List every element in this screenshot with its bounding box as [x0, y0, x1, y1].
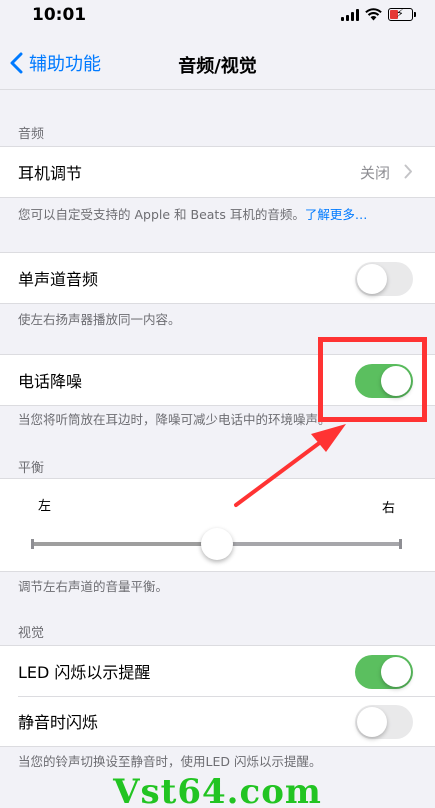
led-flash-toggle[interactable]	[355, 655, 413, 689]
visual-footnote: 当您的铃声切换设至静音时，使用LED 闪烁以示提醒。	[18, 754, 322, 769]
page-title: 音频/视觉	[178, 56, 257, 77]
headphone-accommodations-label: 耳机调节	[18, 164, 83, 183]
battery-icon: ⚡	[388, 7, 416, 21]
section-header-audio: 音频	[18, 127, 45, 142]
mono-audio-toggle[interactable]	[355, 262, 413, 296]
watermark: Vst64.com	[113, 772, 322, 808]
led-flash-label: LED 闪烁以示提醒	[18, 663, 151, 682]
balance-left-label: 左	[38, 499, 52, 514]
headphone-accommodations-row[interactable]: 耳机调节 关闭	[0, 147, 435, 197]
status-time: 10:01	[32, 5, 87, 25]
flash-on-silent-row: 静音时闪烁	[0, 696, 435, 746]
mono-audio-label: 单声道音频	[18, 270, 99, 289]
navigation-bar: 辅助功能 音频/视觉	[0, 40, 435, 90]
phone-noise-cancellation-label: 电话降噪	[18, 372, 83, 391]
status-icons: ⚡	[341, 7, 416, 21]
section-header-visual: 视觉	[18, 626, 45, 641]
group-visual: LED 闪烁以示提醒 静音时闪烁	[0, 645, 435, 747]
wifi-icon	[365, 8, 382, 21]
flash-on-silent-label: 静音时闪烁	[18, 713, 99, 732]
phone-noise-cancellation-row: 电话降噪	[0, 355, 435, 405]
headphone-footnote: 您可以自定受支持的 Apple 和 Beats 耳机的音频。了解更多…	[18, 206, 423, 223]
balance-footnote: 调节左右声道的音量平衡。	[18, 579, 169, 594]
group-phone-noise: 电话降噪	[0, 354, 435, 406]
section-header-balance: 平衡	[18, 461, 45, 476]
phone-noise-footnote: 当您将听筒放在耳边时，降噪可减少电话中的环境噪声。	[18, 412, 331, 427]
mono-audio-row: 单声道音频	[0, 253, 435, 303]
led-flash-row: LED 闪烁以示提醒	[0, 646, 435, 696]
group-mono-audio: 单声道音频	[0, 252, 435, 304]
learn-more-link[interactable]: 了解更多…	[305, 207, 368, 222]
phone-noise-cancellation-toggle[interactable]	[355, 364, 413, 398]
headphone-footnote-text: 您可以自定受支持的 Apple 和 Beats 耳机的音频。	[18, 207, 305, 222]
flash-on-silent-toggle[interactable]	[355, 705, 413, 739]
group-headphone: 耳机调节 关闭	[0, 146, 435, 198]
balance-right-label: 右	[381, 501, 395, 516]
group-balance: 左 右	[0, 478, 435, 572]
cellular-signal-icon	[341, 8, 359, 21]
mono-audio-footnote: 使左右扬声器播放同一内容。	[18, 312, 181, 327]
status-bar: 10:01 ⚡	[0, 0, 435, 34]
headphone-accommodations-value: 关闭	[359, 163, 390, 182]
balance-slider-thumb[interactable]	[200, 528, 233, 560]
chevron-right-icon	[404, 164, 412, 179]
